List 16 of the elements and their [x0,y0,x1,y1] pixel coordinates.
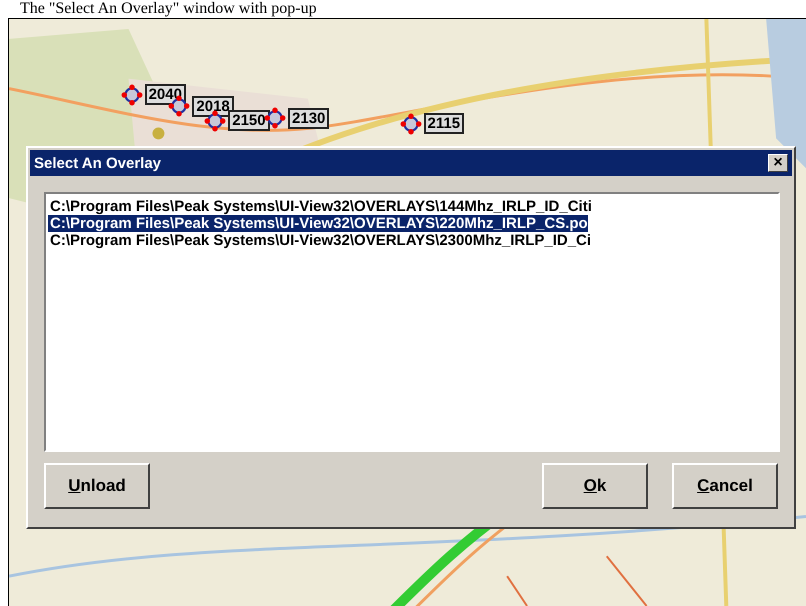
dialog-button[interactable]: Cancel [672,463,778,509]
list-item[interactable]: C:\Program Files\Peak Systems\UI-View32\OVERLAYS\2300Mhz_IRLP_ID_Ci [48,232,592,249]
close-button[interactable]: × [768,154,788,172]
station-marker-icon [204,110,226,132]
dialog-button[interactable]: Ok [542,463,648,509]
station-label: 2150 [228,110,270,132]
station-marker-icon [264,107,286,130]
station-label: 2115 [424,113,464,134]
unload-button[interactable]: Unload [44,463,150,509]
station-marker-icon [400,112,422,135]
list-item[interactable]: C:\Program Files\Peak Systems\UI-View32\OVERLAYS\220Mhz_IRLP_CS.po [48,215,588,232]
station-marker-icon [120,84,143,106]
station-label: 2130 [288,108,330,129]
list-item[interactable]: C:\Program Files\Peak Systems\UI-View32\OVERLAYS\144Mhz_IRLP_ID_Citi [48,198,592,215]
caption: The "Select An Overlay" window with pop-up [19,0,318,18]
window-title: Select An Overlay [34,154,162,172]
